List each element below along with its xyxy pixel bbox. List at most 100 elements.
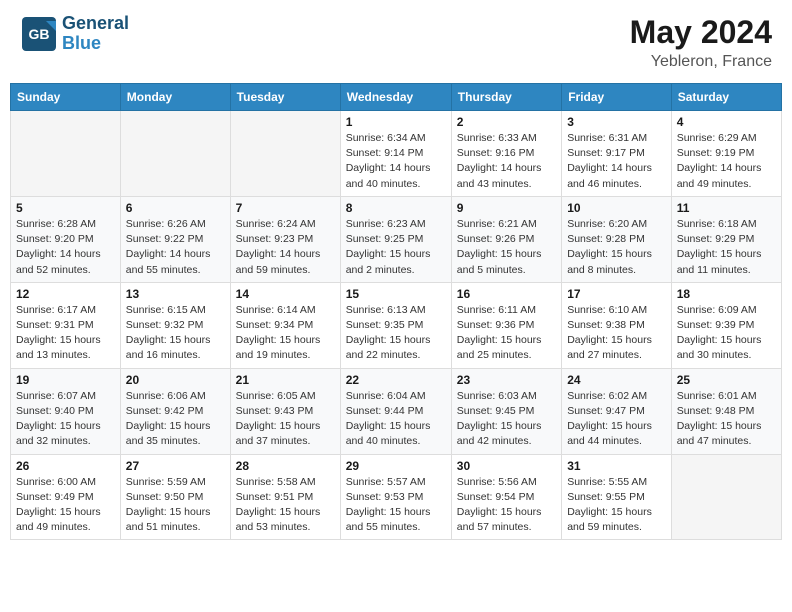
calendar-cell (230, 111, 340, 197)
weekday-header-row: SundayMondayTuesdayWednesdayThursdayFrid… (11, 84, 782, 111)
calendar-cell: 2 Sunrise: 6:33 AMSunset: 9:16 PMDaylight… (451, 111, 561, 197)
day-number: 14 (236, 287, 335, 301)
day-info: Sunrise: 5:56 AMSunset: 9:54 PMDaylight:… (457, 475, 556, 536)
calendar-week-3: 12Sunrise: 6:17 AMSunset: 9:31 PMDayligh… (11, 282, 782, 368)
day-info: Sunrise: 6:13 AMSunset: 9:35 PMDaylight:… (346, 303, 446, 364)
day-number: 16 (457, 287, 556, 301)
day-number: 8 (346, 201, 446, 215)
day-number: 12 (16, 287, 115, 301)
day-info: Sunrise: 6:23 AMSunset: 9:25 PMDaylight:… (346, 217, 446, 278)
calendar-cell: 23 Sunrise: 6:03 AMSunset: 9:45 PMDayligh… (451, 368, 561, 454)
day-info: Sunrise: 6:24 AMSunset: 9:23 PMDaylight:… (236, 217, 335, 278)
logo: GB General Blue (20, 14, 129, 54)
day-number: 25 (677, 373, 776, 387)
day-number: 22 (346, 373, 446, 387)
day-info: Sunrise: 6:01 AMSunset: 9:48 PMDaylight:… (677, 389, 776, 450)
day-number: 7 (236, 201, 335, 215)
calendar-cell: 6Sunrise: 6:26 AMSunset: 9:22 PMDaylight… (120, 196, 230, 282)
day-info: Sunrise: 6:00 AMSunset: 9:49 PMDaylight:… (16, 475, 115, 536)
logo-line1: General (62, 13, 129, 33)
calendar-week-1: 1Sunrise: 6:34 AMSunset: 9:14 PMDaylight… (11, 111, 782, 197)
day-number: 10 (567, 201, 666, 215)
day-number: 4 (677, 115, 776, 129)
calendar-cell: 21 Sunrise: 6:05 AMSunset: 9:43 PMDayligh… (230, 368, 340, 454)
day-info: Sunrise: 5:57 AMSunset: 9:53 PMDaylight:… (346, 475, 446, 536)
day-info: Sunrise: 6:04 AMSunset: 9:44 PMDaylight:… (346, 389, 446, 450)
day-info: Sunrise: 6:03 AMSunset: 9:45 PMDaylight:… (457, 389, 556, 450)
calendar-cell: 16 Sunrise: 6:11 AMSunset: 9:36 PMDayligh… (451, 282, 561, 368)
day-info: Sunrise: 6:14 AMSunset: 9:34 PMDaylight:… (236, 303, 335, 364)
day-info: Sunrise: 5:58 AMSunset: 9:51 PMDaylight:… (236, 475, 335, 536)
day-number: 20 (126, 373, 225, 387)
page: GB General Blue May 2024 Yebleron, Franc… (0, 0, 792, 612)
day-number: 17 (567, 287, 666, 301)
calendar-cell: 25 Sunrise: 6:01 AMSunset: 9:48 PMDayligh… (671, 368, 781, 454)
calendar-cell: 13Sunrise: 6:15 AMSunset: 9:32 PMDayligh… (120, 282, 230, 368)
day-number: 31 (567, 459, 666, 473)
weekday-header-wednesday: Wednesday (340, 84, 451, 111)
calendar-week-5: 26 Sunrise: 6:00 AMSunset: 9:49 PMDayligh… (11, 454, 782, 540)
weekday-header-tuesday: Tuesday (230, 84, 340, 111)
day-number: 9 (457, 201, 556, 215)
day-info: Sunrise: 6:06 AMSunset: 9:42 PMDaylight:… (126, 389, 225, 450)
day-info: Sunrise: 5:59 AMSunset: 9:50 PMDaylight:… (126, 475, 225, 536)
day-info: Sunrise: 6:05 AMSunset: 9:43 PMDaylight:… (236, 389, 335, 450)
day-info: Sunrise: 6:18 AMSunset: 9:29 PMDaylight:… (677, 217, 776, 278)
day-number: 6 (126, 201, 225, 215)
calendar-cell: 1Sunrise: 6:34 AMSunset: 9:14 PMDaylight… (340, 111, 451, 197)
calendar-cell: 4 Sunrise: 6:29 AMSunset: 9:19 PMDaylight… (671, 111, 781, 197)
weekday-header-saturday: Saturday (671, 84, 781, 111)
calendar-cell: 31 Sunrise: 5:55 AMSunset: 9:55 PMDayligh… (562, 454, 672, 540)
calendar-cell (120, 111, 230, 197)
calendar-cell: 10 Sunrise: 6:20 AMSunset: 9:28 PMDayligh… (562, 196, 672, 282)
calendar-title: May 2024 (630, 14, 772, 51)
day-info: Sunrise: 5:55 AMSunset: 9:55 PMDaylight:… (567, 475, 666, 536)
day-number: 1 (346, 115, 446, 129)
day-number: 30 (457, 459, 556, 473)
calendar-cell: 27 Sunrise: 5:59 AMSunset: 9:50 PMDayligh… (120, 454, 230, 540)
calendar-cell (671, 454, 781, 540)
calendar-cell: 19 Sunrise: 6:07 AMSunset: 9:40 PMDayligh… (11, 368, 121, 454)
calendar-header: SundayMondayTuesdayWednesdayThursdayFrid… (11, 84, 782, 111)
day-number: 24 (567, 373, 666, 387)
day-number: 29 (346, 459, 446, 473)
calendar-cell: 11 Sunrise: 6:18 AMSunset: 9:29 PMDayligh… (671, 196, 781, 282)
day-number: 3 (567, 115, 666, 129)
day-info: Sunrise: 6:33 AMSunset: 9:16 PMDaylight:… (457, 131, 556, 192)
calendar-body: 1Sunrise: 6:34 AMSunset: 9:14 PMDaylight… (11, 111, 782, 540)
calendar-cell: 12Sunrise: 6:17 AMSunset: 9:31 PMDayligh… (11, 282, 121, 368)
day-info: Sunrise: 6:31 AMSunset: 9:17 PMDaylight:… (567, 131, 666, 192)
calendar-cell: 17 Sunrise: 6:10 AMSunset: 9:38 PMDayligh… (562, 282, 672, 368)
day-number: 19 (16, 373, 115, 387)
calendar-wrapper: SundayMondayTuesdayWednesdayThursdayFrid… (0, 83, 792, 550)
day-number: 27 (126, 459, 225, 473)
day-info: Sunrise: 6:07 AMSunset: 9:40 PMDaylight:… (16, 389, 115, 450)
calendar-cell: 14 Sunrise: 6:14 AMSunset: 9:34 PMDayligh… (230, 282, 340, 368)
day-number: 23 (457, 373, 556, 387)
day-info: Sunrise: 6:20 AMSunset: 9:28 PMDaylight:… (567, 217, 666, 278)
calendar-week-2: 5Sunrise: 6:28 AMSunset: 9:20 PMDaylight… (11, 196, 782, 282)
day-info: Sunrise: 6:09 AMSunset: 9:39 PMDaylight:… (677, 303, 776, 364)
day-number: 28 (236, 459, 335, 473)
day-info: Sunrise: 6:15 AMSunset: 9:32 PMDaylight:… (126, 303, 225, 364)
calendar-cell: 20 Sunrise: 6:06 AMSunset: 9:42 PMDayligh… (120, 368, 230, 454)
weekday-header-friday: Friday (562, 84, 672, 111)
svg-text:GB: GB (29, 26, 50, 42)
day-info: Sunrise: 6:11 AMSunset: 9:36 PMDaylight:… (457, 303, 556, 364)
calendar-cell: 9Sunrise: 6:21 AMSunset: 9:26 PMDaylight… (451, 196, 561, 282)
day-number: 11 (677, 201, 776, 215)
logo-icon: GB (20, 15, 58, 53)
calendar-location: Yebleron, France (630, 53, 772, 71)
day-number: 21 (236, 373, 335, 387)
day-number: 26 (16, 459, 115, 473)
calendar-week-4: 19 Sunrise: 6:07 AMSunset: 9:40 PMDayligh… (11, 368, 782, 454)
calendar-cell: 24 Sunrise: 6:02 AMSunset: 9:47 PMDayligh… (562, 368, 672, 454)
day-info: Sunrise: 6:29 AMSunset: 9:19 PMDaylight:… (677, 131, 776, 192)
day-number: 2 (457, 115, 556, 129)
logo-text: General Blue (62, 14, 129, 54)
day-number: 18 (677, 287, 776, 301)
day-info: Sunrise: 6:02 AMSunset: 9:47 PMDaylight:… (567, 389, 666, 450)
day-number: 15 (346, 287, 446, 301)
weekday-header-thursday: Thursday (451, 84, 561, 111)
day-info: Sunrise: 6:10 AMSunset: 9:38 PMDaylight:… (567, 303, 666, 364)
